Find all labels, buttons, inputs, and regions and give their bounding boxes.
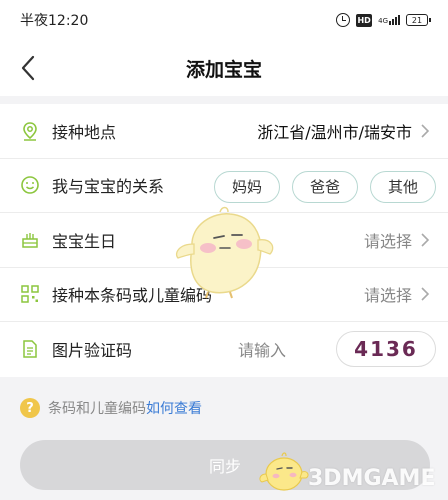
captcha-row: 图片验证码 请输入 4136 <box>0 322 448 377</box>
smiley-icon <box>21 176 39 195</box>
question-icon: ? <box>20 398 40 418</box>
status-icons: HD 4G 21 <box>336 13 431 27</box>
tip-text: 条码和儿童编码 <box>48 401 146 417</box>
chevron-right-icon <box>421 287 430 301</box>
chevron-right-icon <box>421 124 430 138</box>
hd-icon: HD <box>356 13 373 27</box>
how-to-view-link[interactable]: 如何查看 <box>146 398 202 418</box>
page-title: 添加宝宝 <box>185 58 262 81</box>
location-pin-icon <box>23 121 37 141</box>
captcha-input[interactable]: 请输入 <box>238 337 286 361</box>
document-icon <box>23 340 37 358</box>
captcha-image[interactable]: 4136 <box>336 331 436 367</box>
chick-mascot-image <box>175 206 274 299</box>
location-label: 接种地点 <box>52 122 117 142</box>
battery-icon: 21 <box>406 14 431 26</box>
status-bar: 半夜12:20 HD 4G 21 <box>0 0 448 40</box>
status-time: 半夜12:20 <box>20 13 89 29</box>
back-arrow-icon[interactable] <box>14 53 44 83</box>
relation-label: 我与宝宝的关系 <box>52 177 165 197</box>
captcha-label: 图片验证码 <box>52 341 133 361</box>
location-value: 浙江省/温州市/瑞安市 <box>257 122 412 142</box>
chevron-right-icon <box>421 233 430 247</box>
alarm-icon <box>336 13 351 27</box>
relation-option-dad[interactable]: 爸爸 <box>292 170 358 203</box>
signal-label: 4G <box>378 17 388 25</box>
birthday-value: 请选择 <box>363 231 412 251</box>
barcode-value: 请选择 <box>363 286 412 306</box>
watermark-text: 3DMGAME <box>308 466 436 491</box>
relation-option-other[interactable]: 其他 <box>370 170 436 203</box>
watermark-chick-icon <box>259 452 309 491</box>
birthday-label: 宝宝生日 <box>52 231 117 251</box>
relation-option-mom[interactable]: 妈妈 <box>214 170 280 203</box>
qr-code-icon <box>21 285 39 303</box>
nav-bar: 添加宝宝 <box>0 40 448 96</box>
cake-icon <box>22 232 38 248</box>
location-row[interactable]: 接种地点 浙江省/温州市/瑞安市 <box>0 104 448 159</box>
tip: ? 条码和儿童编码 如何查看 <box>20 398 202 418</box>
signal-icon: 4G <box>378 15 400 25</box>
